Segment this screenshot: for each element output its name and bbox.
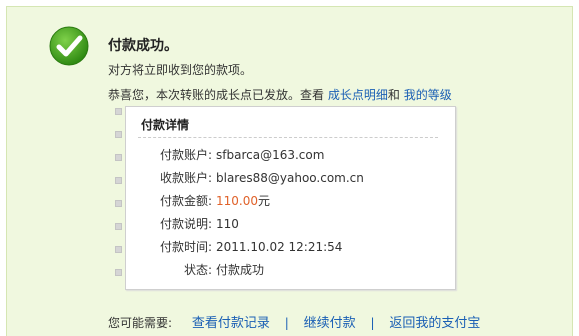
amount-value: 110.00元 [216, 192, 270, 210]
memo-label: 付款说明: [159, 217, 212, 231]
my-level-link[interactable]: 我的等级 [404, 88, 452, 102]
receipt-perforation [113, 108, 123, 278]
next-actions: 您可能需要: 查看付款记录 | 继续付款 | 返回我的支付宝 [108, 312, 480, 331]
time-value: 2011.10.02 12:21:54 [216, 240, 343, 254]
time-label: 付款时间: [159, 240, 212, 254]
detail-row-status: 状态: 付款成功 [126, 261, 457, 279]
amount-unit: 元 [258, 194, 271, 208]
status-value: 付款成功 [216, 263, 265, 277]
growth-details-link[interactable]: 成长点明细 [328, 88, 388, 102]
memo-value: 110 [216, 217, 239, 231]
payee-value: blares88@yahoo.com.cn [216, 171, 364, 185]
details-heading: 付款详情 [141, 118, 190, 132]
growth-text: 恭喜您，本次转账的成长点已发放。查看 [108, 88, 325, 102]
detail-row-memo: 付款说明: 110 [126, 215, 457, 233]
check-circle-icon [49, 26, 89, 66]
payee-label: 收款账户: [159, 171, 212, 185]
amount-number: 110.00 [216, 194, 258, 208]
amount-label: 付款金额: [159, 194, 212, 208]
detail-row-payer: 付款账户: sfbarca@163.com [126, 146, 457, 164]
success-title: 付款成功。 [108, 38, 178, 54]
continue-payment-link[interactable]: 继续付款 [304, 316, 356, 331]
success-subtitle: 对方将立即收到您的款项。 [108, 63, 253, 77]
growth-notice: 恭喜您，本次转账的成长点已发放。查看 成长点明细和 我的等级 [108, 86, 452, 103]
payer-label: 付款账户: [159, 148, 212, 162]
next-actions-prompt: 您可能需要: [108, 316, 173, 330]
detail-row-amount: 付款金额: 110.00元 [126, 192, 457, 210]
separator: | [370, 316, 375, 330]
return-to-alipay-link[interactable]: 返回我的支付宝 [389, 316, 480, 331]
status-label: 状态: [183, 263, 212, 277]
growth-and-text: 和 [387, 88, 400, 102]
payment-details-card: 付款详情 付款账户: sfbarca@163.com 收款账户: blares8… [125, 106, 456, 290]
payer-value: sfbarca@163.com [216, 148, 325, 162]
view-payment-records-link[interactable]: 查看付款记录 [192, 316, 270, 331]
details-divider [138, 137, 438, 138]
separator: | [284, 316, 289, 330]
detail-row-payee: 收款账户: blares88@yahoo.com.cn [126, 169, 457, 187]
detail-row-time: 付款时间: 2011.10.02 12:21:54 [126, 238, 457, 256]
